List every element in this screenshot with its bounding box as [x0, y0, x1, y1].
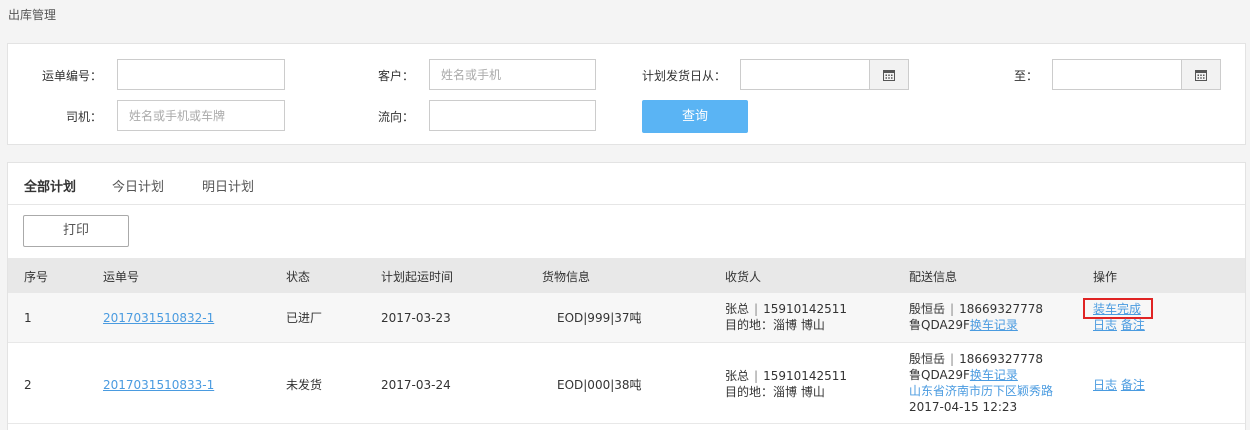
driver-name: 殷恒岳: [909, 302, 946, 316]
driver-name: 殷恒岳: [909, 352, 946, 366]
header-delivery: 配送信息: [909, 270, 958, 284]
query-button[interactable]: 查询: [642, 100, 748, 133]
goods-info: EOD|999|37吨: [557, 311, 642, 325]
table-row: 1 2017031510832-1 已进厂 2017-03-23 EOD|999…: [8, 293, 1245, 343]
separator: |: [950, 352, 955, 366]
plan-time: 2017-03-23: [381, 311, 451, 325]
driver-phone: 18669327778: [959, 302, 1044, 316]
receiver-phone: 15910142511: [763, 302, 848, 316]
waybill-label: 运单编号：: [42, 69, 103, 83]
customer-label: 客户：: [378, 69, 415, 83]
print-button[interactable]: 打印: [23, 215, 129, 247]
delivery-info: 殷恒岳 | 18669327778 鲁QDA29F换车记录 山东省济南市历下区颖秀路…: [909, 351, 1053, 415]
tab-tomorrow-plans[interactable]: 明日计划: [202, 176, 254, 195]
header-goods: 货物信息: [542, 270, 591, 284]
destination: 目的地：淄博 博山: [725, 318, 825, 332]
receiver-name: 张总: [725, 302, 750, 316]
location-text: 山东省济南市历下区颖秀路: [909, 384, 1054, 398]
loading-complete-link[interactable]: 装车完成: [1093, 302, 1141, 316]
plan-to-date-input[interactable]: [1052, 59, 1182, 90]
plan-from-calendar-button[interactable]: [870, 59, 909, 90]
row-index: 1: [24, 311, 32, 325]
location-time: 2017-04-15 12:23: [909, 400, 1018, 414]
plate-number: 鲁QDA29F: [909, 318, 970, 332]
separator: |: [754, 302, 759, 316]
tabs-divider: [8, 204, 1245, 205]
tab-today-plans[interactable]: 今日计划: [112, 176, 164, 195]
header-waybill: 运单号: [103, 270, 140, 284]
breadcrumb: 出库管理: [8, 8, 57, 22]
table-header: 序号 运单号 状态 计划起运时间 货物信息 收货人 配送信息 操作: [8, 258, 1245, 293]
receiver-name: 张总: [725, 369, 750, 383]
receiver-info: 张总 | 15910142511 目的地：淄博 博山: [725, 368, 847, 400]
separator: |: [950, 302, 955, 316]
tab-all-plans[interactable]: 全部计划: [24, 176, 76, 195]
delivery-info: 殷恒岳 | 18669327778 鲁QDA29F换车记录: [909, 301, 1043, 333]
change-record-link[interactable]: 换车记录: [970, 368, 1018, 382]
status-text: 已进厂: [286, 311, 323, 325]
filter-panel: 运单编号： 客户： 计划发货日从： 至： 司机： 流向： 查询: [7, 43, 1246, 145]
change-record-link[interactable]: 换车记录: [970, 318, 1018, 332]
calendar-icon: [1195, 69, 1207, 81]
driver-phone: 18669327778: [959, 352, 1044, 366]
plan-from-date-input[interactable]: [740, 59, 870, 90]
header-receiver: 收货人: [725, 270, 762, 284]
note-link[interactable]: 备注: [1121, 378, 1145, 392]
goods-info: EOD|000|38吨: [557, 378, 642, 392]
customer-input[interactable]: [429, 59, 596, 90]
status-text: 未发货: [286, 378, 323, 392]
receiver-info: 张总 | 15910142511 目的地：淄博 博山: [725, 301, 847, 333]
plate-number: 鲁QDA29F: [909, 368, 970, 382]
operations: 装车完成 日志 备注: [1093, 301, 1145, 333]
driver-label: 司机：: [66, 110, 103, 124]
receiver-phone: 15910142511: [763, 369, 848, 383]
destination: 目的地：淄博 博山: [725, 385, 825, 399]
driver-input[interactable]: [117, 100, 285, 131]
header-status: 状态: [286, 270, 311, 284]
plan-from-label: 计划发货日从：: [642, 69, 727, 83]
note-link[interactable]: 备注: [1121, 318, 1145, 332]
flow-label: 流向：: [378, 110, 415, 124]
waybill-link[interactable]: 2017031510833-1: [103, 377, 214, 393]
table-row: 2 2017031510833-1 未发货 2017-03-24 EOD|000…: [8, 344, 1245, 424]
log-link[interactable]: 日志: [1093, 378, 1117, 392]
row-index: 2: [24, 378, 32, 392]
plan-to-label: 至：: [1014, 69, 1039, 83]
operations: 日志 备注: [1093, 377, 1145, 393]
plan-time: 2017-03-24: [381, 378, 451, 392]
header-index: 序号: [24, 270, 49, 284]
waybill-link[interactable]: 2017031510832-1: [103, 310, 214, 326]
calendar-icon: [883, 69, 895, 81]
outbound-management-page: 出库管理 运单编号： 客户： 计划发货日从： 至： 司机： 流向： 查询 全部计…: [0, 0, 1250, 430]
separator: |: [754, 369, 759, 383]
waybill-input[interactable]: [117, 59, 285, 90]
plan-to-calendar-button[interactable]: [1182, 59, 1221, 90]
plan-list-panel: 全部计划 今日计划 明日计划 打印 序号 运单号 状态 计划起运时间 货物信息 …: [7, 162, 1246, 430]
flow-input[interactable]: [429, 100, 596, 131]
log-link[interactable]: 日志: [1093, 318, 1117, 332]
header-operation: 操作: [1093, 270, 1118, 284]
header-plan-time: 计划起运时间: [381, 270, 454, 284]
